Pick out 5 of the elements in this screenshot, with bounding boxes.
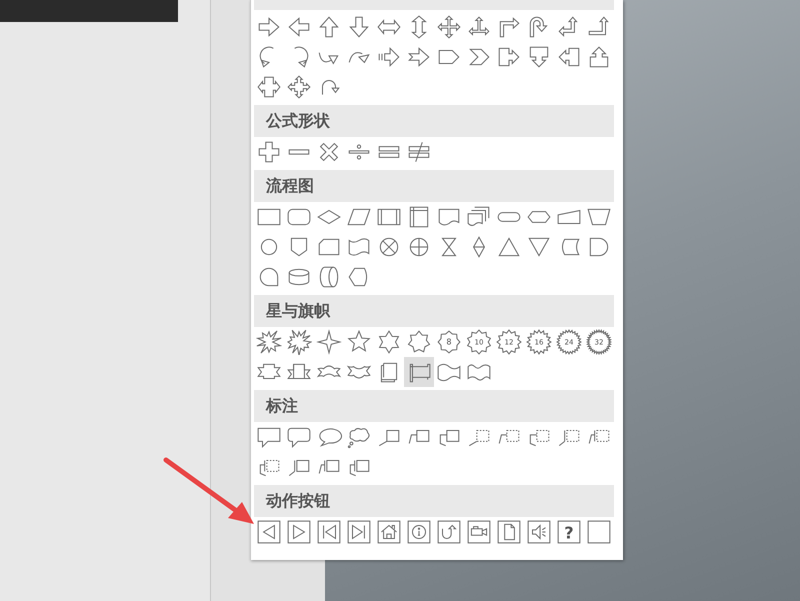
section-heading: 流程图 [254,170,614,202]
section-heading: 标注 [254,390,614,422]
section-heading: 公式形状 [254,105,614,137]
section-heading: 动作按钮 [254,485,614,517]
section-heading: 星与旗帜 [254,295,614,327]
